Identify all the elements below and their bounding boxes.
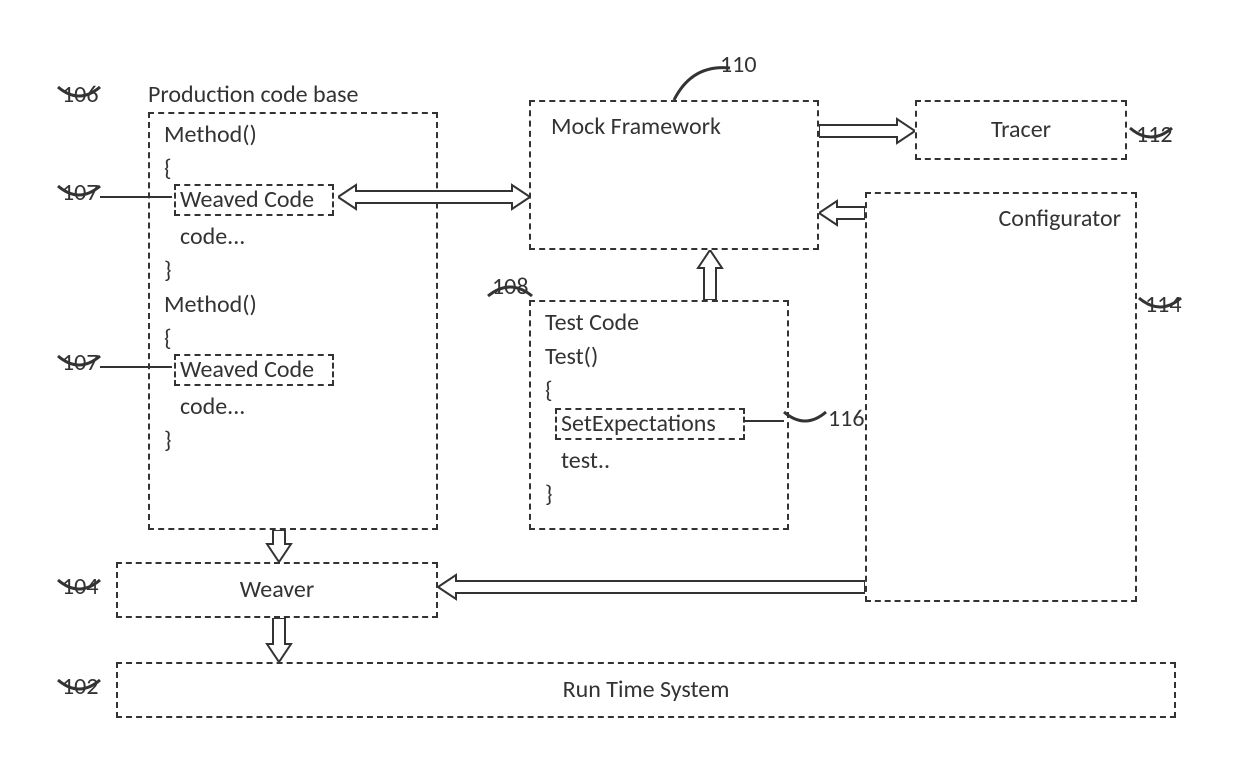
- brace-open-2: {: [164, 324, 172, 353]
- ref-106: 106: [62, 80, 99, 109]
- runtime-system-box: Run Time System: [116, 662, 1176, 718]
- test-code-box: Test Code Test() { SetExpectations test.…: [529, 300, 789, 530]
- configurator-label: Configurator: [998, 204, 1121, 233]
- code-2: code...: [180, 392, 245, 421]
- weaver-box: Weaver: [116, 562, 438, 618]
- brace-close-1: }: [164, 256, 172, 285]
- arrow-configurator-weaver: [438, 572, 865, 602]
- arrow-production-weaver: [264, 530, 294, 562]
- arrow-production-mock: [338, 182, 530, 212]
- test-fn: Test(): [545, 342, 598, 371]
- arrow-mock-tracer: [819, 116, 915, 146]
- ref-116: 116: [828, 404, 865, 433]
- weaved-code-2: Weaved Code: [174, 354, 334, 386]
- code-1: code...: [180, 222, 245, 251]
- production-code-base-title: Production code base: [148, 80, 358, 109]
- ref-tick-110: [672, 62, 714, 78]
- tracer-box: Tracer: [915, 100, 1127, 160]
- ref-102: 102: [62, 672, 99, 701]
- method-2: Method(): [164, 290, 257, 319]
- test-brace-close: }: [545, 480, 553, 509]
- leader-107b: [100, 366, 172, 368]
- weaved-code-1: Weaved Code: [174, 184, 334, 216]
- method-1: Method(): [164, 120, 257, 149]
- set-expectations-box: SetExpectations: [555, 408, 745, 440]
- mock-framework-box: Mock Framework: [529, 100, 819, 250]
- leader-116: [744, 420, 784, 422]
- ref-107a: 107: [62, 178, 99, 207]
- mock-framework-label: Mock Framework: [551, 112, 721, 141]
- arrow-configurator-mock: [819, 198, 865, 228]
- test-code-title: Test Code: [545, 308, 639, 337]
- test-brace-open: {: [545, 376, 553, 405]
- brace-open-1: {: [164, 154, 172, 183]
- test-line: test..: [561, 446, 610, 475]
- arrow-testcode-mock: [695, 250, 725, 300]
- ref-114: 114: [1145, 290, 1182, 319]
- production-code-base-box: Method() { Weaved Code code... } Method(…: [148, 112, 438, 530]
- ref-108: 108: [492, 272, 529, 301]
- ref-tick-116: [782, 408, 824, 424]
- configurator-box: Configurator: [865, 192, 1137, 602]
- ref-104: 104: [62, 572, 99, 601]
- ref-107b: 107: [62, 348, 99, 377]
- arrow-weaver-runtime: [264, 618, 294, 662]
- leader-107a: [100, 196, 172, 198]
- ref-112: 112: [1136, 120, 1173, 149]
- brace-close-2: }: [164, 426, 172, 455]
